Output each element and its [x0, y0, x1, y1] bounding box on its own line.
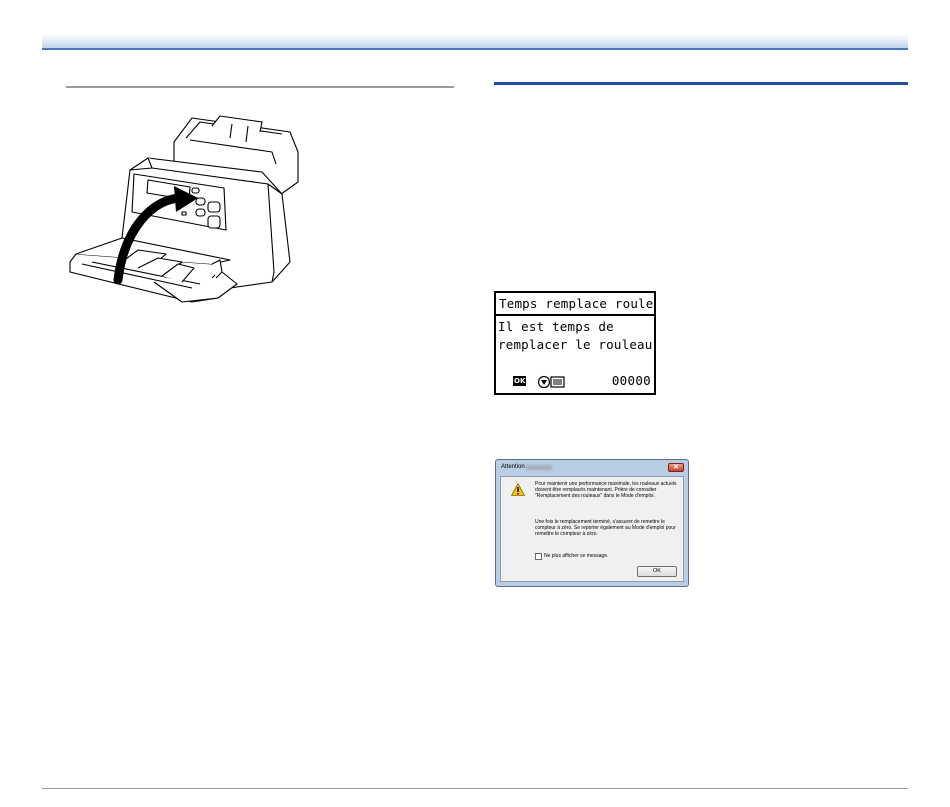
dialog-body: Pour maintenir une performance maximale,…: [500, 476, 684, 582]
roller-icon: [538, 375, 565, 389]
page-footer-rule: [42, 788, 908, 789]
page-header-bar: [42, 34, 908, 50]
attention-dialog: Attention ✕ Pour maintenir une performan…: [495, 459, 689, 587]
lcd-counter: 00000: [611, 373, 651, 388]
dialog-message-1: Pour maintenir une performance maximale,…: [535, 481, 677, 499]
dialog-title-redacted: [526, 465, 552, 470]
lcd-panel: Temps remplace rouleau Il est temps de r…: [494, 291, 656, 395]
ok-button[interactable]: OK: [637, 566, 677, 577]
lcd-title: Temps remplace rouleau: [496, 293, 654, 316]
lcd-message-line-1: Il est temps de: [498, 319, 614, 334]
dont-show-checkbox-label[interactable]: Ne plus afficher ce message.: [544, 553, 608, 559]
dialog-title: Attention: [501, 464, 525, 470]
dialog-titlebar[interactable]: Attention ✕: [496, 460, 688, 476]
ok-icon: OK: [513, 376, 527, 386]
lcd-status-row: OK 00000: [496, 373, 654, 389]
dialog-message-2: Une fois le remplacement terminé, s'assu…: [535, 519, 676, 537]
left-section-rule: [66, 86, 454, 88]
dont-show-checkbox[interactable]: [535, 553, 542, 560]
warning-icon: [511, 483, 525, 496]
right-section-rule: [494, 82, 908, 85]
scanner-illustration: [69, 115, 299, 303]
close-button[interactable]: ✕: [668, 463, 684, 472]
lcd-message-line-2: remplacer le rouleau.: [498, 337, 656, 352]
